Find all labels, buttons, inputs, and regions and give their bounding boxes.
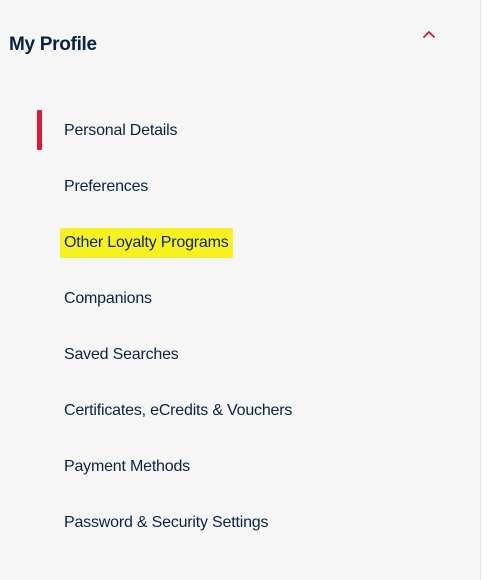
menu-item-payment-methods[interactable]: Payment Methods <box>0 439 481 495</box>
menu-item-label: Certificates, eCredits & Vouchers <box>64 402 293 419</box>
menu-item-label-highlighted: Other Loyalty Programs <box>60 228 233 258</box>
menu-item-label: Payment Methods <box>64 458 190 475</box>
menu-item-personal-details[interactable]: Personal Details <box>0 103 481 159</box>
profile-menu-title: My Profile <box>9 34 97 55</box>
chevron-up-icon <box>423 31 435 38</box>
active-item-indicator <box>37 110 42 150</box>
menu-item-label: Companions <box>64 290 152 307</box>
profile-menu-header[interactable]: My Profile <box>0 0 481 92</box>
menu-item-label: Password & Security Settings <box>64 514 269 531</box>
menu-item-label: Saved Searches <box>64 346 179 363</box>
menu-item-certificates-ecredits-vouchers[interactable]: Certificates, eCredits & Vouchers <box>0 383 481 439</box>
menu-item-other-loyalty-programs[interactable]: Other Loyalty Programs <box>0 215 481 271</box>
menu-item-label: Personal Details <box>64 122 178 139</box>
menu-item-companions[interactable]: Companions <box>0 271 481 327</box>
collapse-button[interactable] <box>416 24 442 46</box>
menu-item-saved-searches[interactable]: Saved Searches <box>0 327 481 383</box>
menu-item-label: Preferences <box>64 178 149 195</box>
menu-item-preferences[interactable]: Preferences <box>0 159 481 215</box>
profile-menu-list: Personal Details Preferences Other Loyal… <box>0 103 481 551</box>
menu-item-password-security-settings[interactable]: Password & Security Settings <box>0 495 481 551</box>
profile-menu-panel: My Profile Personal Details Preferences … <box>0 0 481 580</box>
